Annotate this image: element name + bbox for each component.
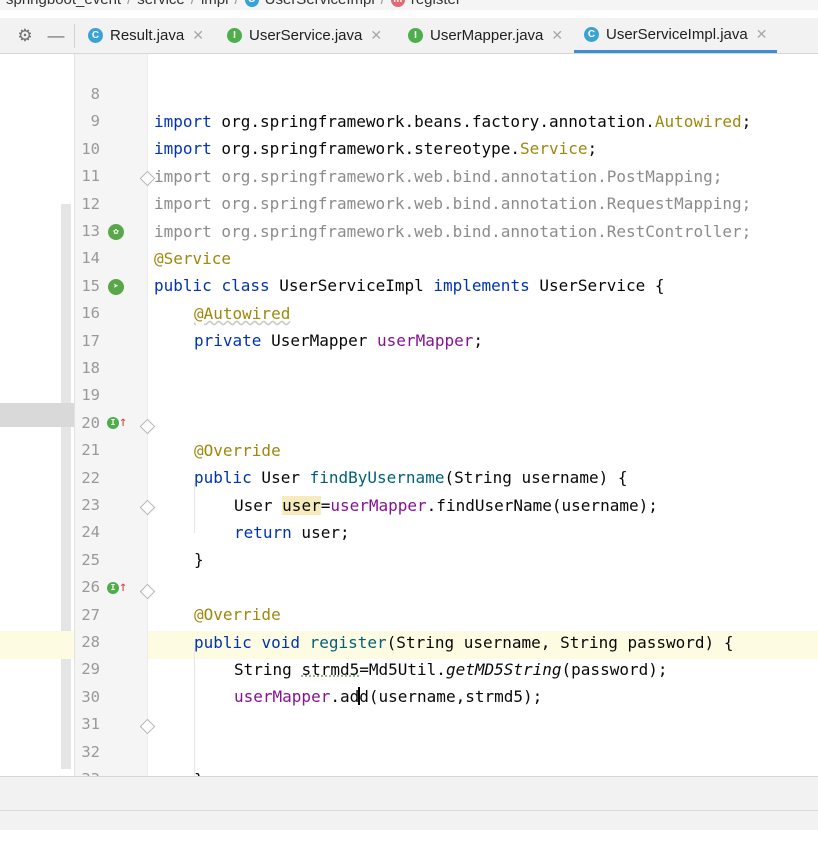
implements-method-icon[interactable]: I [107, 417, 119, 429]
editor-tab-bar: ⚙ — C Result.java ✕ I UserService.java ✕… [0, 18, 818, 54]
class-icon: C [584, 26, 599, 42]
arrow-up-icon[interactable]: ↑ [119, 577, 127, 597]
code-line: 32 } [74, 712, 203, 789]
code-line: 28 String strmd5=Md5Util.getMD5String(pa… [74, 602, 667, 679]
code-line: 11 import org.springframework.web.bind.a… [74, 136, 751, 213]
tab-label: UserMapper.java [430, 27, 544, 44]
breadcrumb-item-class[interactable]: UserServiceImpl [265, 0, 375, 8]
code-line: 24 } [74, 492, 203, 569]
gear-icon[interactable]: ⚙ [16, 27, 34, 45]
panel-highlight [0, 403, 74, 427]
code-line-current: 29 userMapper.add(username,strmd5); [74, 629, 542, 706]
breadcrumb-separator: / [381, 0, 385, 8]
variable-user: user [282, 495, 321, 515]
breadcrumb-separator: / [191, 0, 195, 8]
tab-usermapper-java[interactable]: I UserMapper.java ✕ [408, 18, 563, 53]
code-line: 14 public class UserServiceImpl implemen… [74, 218, 664, 295]
code-line: 30 [74, 657, 113, 706]
class-icon: C [88, 28, 103, 43]
close-icon[interactable]: ✕ [192, 27, 204, 44]
code-line: 8 import org.springframework.beans.facto… [74, 54, 752, 131]
bottom-panel [0, 776, 818, 830]
method-icon: m [390, 0, 405, 7]
interface-icon: I [408, 28, 423, 43]
breadcrumb-item-service[interactable]: service [137, 0, 185, 8]
code-line: 25 [74, 520, 113, 569]
code-line: 31 [74, 684, 113, 733]
code-line: 13 @Service [74, 191, 231, 268]
code-line: 20 @Override [74, 383, 280, 460]
tab-label: Result.java [110, 27, 185, 44]
code-line: 16 private UserMapper userMapper; [74, 273, 483, 350]
breadcrumb-separator: / [234, 0, 238, 8]
breadcrumb-item-project[interactable]: springboot_event [6, 0, 121, 8]
tab-separator [74, 24, 75, 48]
tab-userserviceimpl-java[interactable]: C UserServiceImpl.java ✕ [574, 18, 778, 53]
implements-method-icon[interactable]: I [107, 582, 119, 594]
breadcrumb-separator: / [127, 0, 131, 8]
close-icon[interactable]: ✕ [551, 27, 563, 44]
minus-icon[interactable]: — [47, 27, 65, 45]
breadcrumb: springboot_event / service / impl / C Us… [0, 0, 818, 10]
code-line: 23 return user; [74, 465, 349, 542]
code-line: 26 @Override [74, 547, 280, 624]
tab-userservice-java[interactable]: I UserService.java ✕ [227, 18, 382, 53]
indent-guide [194, 648, 195, 780]
code-line: 19 [74, 355, 113, 404]
class-icon: C [244, 0, 259, 7]
spring-bean-icon[interactable]: ✿ [108, 224, 124, 240]
close-icon[interactable]: ✕ [370, 27, 382, 44]
tab-result-java[interactable]: C Result.java ✕ [88, 18, 204, 53]
code-line: 18 [74, 328, 113, 377]
close-icon[interactable]: ✕ [756, 26, 768, 43]
tab-label: UserService.java [249, 27, 363, 44]
divider [0, 810, 818, 811]
interface-icon: I [227, 28, 242, 43]
code-line: 17 [74, 301, 113, 350]
arrow-up-icon[interactable]: ↑ [119, 412, 127, 432]
code-line: 10 import org.springframework.web.bind.a… [74, 109, 722, 186]
code-line: 22 User user=userMapper.findUserName(use… [74, 438, 658, 515]
breadcrumb-item-method[interactable]: register [411, 0, 461, 8]
code-line: 12 import org.springframework.web.bind.a… [74, 164, 751, 241]
scrollbar[interactable] [61, 204, 71, 769]
tab-label: UserServiceImpl.java [606, 25, 748, 43]
breadcrumb-item-impl[interactable]: impl [201, 0, 229, 8]
code-line: 15 @Autowired [74, 246, 290, 323]
autowired-bean-icon[interactable]: ➤ [108, 279, 124, 295]
code-line: 33 } [74, 739, 163, 816]
code-line: 9 import org.springframework.stereotype.… [74, 81, 597, 158]
